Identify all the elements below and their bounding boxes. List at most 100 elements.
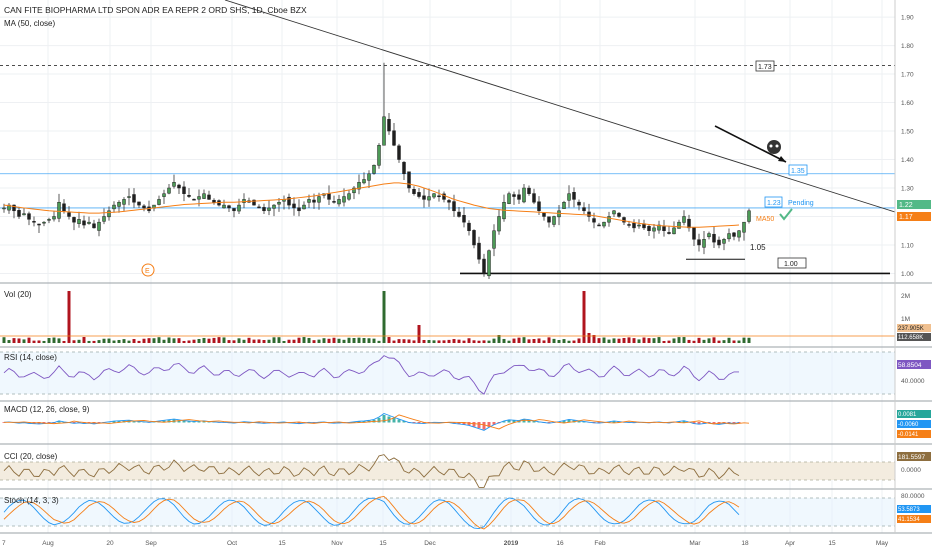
volume-bar xyxy=(117,339,121,343)
volume-bar xyxy=(42,340,46,343)
volume-bar xyxy=(747,337,751,343)
volume-bar xyxy=(577,338,581,343)
volume-bar xyxy=(447,339,451,343)
candle-body xyxy=(337,199,341,205)
candle-body xyxy=(47,219,51,221)
candle-body xyxy=(597,224,601,227)
macd-badge-2: -0.0060 xyxy=(898,422,919,428)
volume-bar xyxy=(582,291,586,343)
volume-bar xyxy=(142,338,146,343)
candle-body xyxy=(257,206,261,209)
candle-body xyxy=(132,194,136,203)
volume-bar xyxy=(227,340,231,343)
candle-body xyxy=(347,193,351,200)
volume-bar xyxy=(712,337,716,343)
volume-bar xyxy=(57,338,61,343)
time-tick-label: Sep xyxy=(145,540,157,547)
candle-body xyxy=(612,210,616,215)
candle-body xyxy=(162,193,166,197)
rsi-tick-40: 40.0000 xyxy=(901,378,925,385)
volume-bar xyxy=(342,339,346,343)
candle-body xyxy=(487,250,491,277)
volume-bar xyxy=(672,338,676,343)
candle-body xyxy=(717,239,721,246)
macd-histogram-bar xyxy=(482,422,486,430)
volume-bar xyxy=(132,339,136,343)
volume-bar xyxy=(17,338,21,343)
volume-bar xyxy=(317,339,321,343)
volume-bar xyxy=(67,291,71,343)
vol-badge-1: 237.905K xyxy=(898,326,924,332)
candle-body xyxy=(407,171,411,189)
volume-bar xyxy=(472,340,476,343)
volume-bar xyxy=(722,340,726,343)
candle-body xyxy=(332,201,336,203)
volume-bar xyxy=(347,337,351,343)
cci-label: CCI (20, close) xyxy=(4,452,58,461)
volume-bar xyxy=(302,337,306,343)
volume-bar xyxy=(282,340,286,343)
volume-bar xyxy=(212,337,216,343)
price-tick-label: 1.70 xyxy=(901,72,914,79)
volume-bar xyxy=(547,337,551,343)
candle-body xyxy=(302,204,306,210)
time-tick-label: 16 xyxy=(556,540,564,547)
candle-body xyxy=(497,216,501,232)
volume-bar xyxy=(667,340,671,343)
volume-bar xyxy=(437,340,441,343)
candle-body xyxy=(382,116,386,146)
candle-body xyxy=(567,193,571,201)
volume-bar xyxy=(632,338,636,343)
volume-bar xyxy=(417,325,421,343)
earnings-label: E xyxy=(145,268,150,275)
volume-bar xyxy=(597,338,601,343)
candle-body xyxy=(212,199,216,203)
stock-chart[interactable]: 1.901.801.701.601.501.401.301.201.101.00… xyxy=(0,0,932,550)
candle-body xyxy=(417,192,421,197)
candle-body xyxy=(312,199,316,203)
price-tick-label: 1.90 xyxy=(901,15,914,22)
candle-body xyxy=(122,199,126,205)
volume-bar xyxy=(197,338,201,343)
price-tick-label: 1.60 xyxy=(901,100,914,107)
price-tick-label: 1.80 xyxy=(901,43,914,50)
volume-bar xyxy=(612,338,616,343)
candle-body xyxy=(117,201,121,207)
candle-body xyxy=(102,216,106,222)
stoch-tick-80: 80.0000 xyxy=(901,493,925,500)
candle-body xyxy=(172,182,176,187)
candle-body xyxy=(2,207,6,210)
time-tick-label: Apr xyxy=(785,540,796,547)
volume-bar xyxy=(32,340,36,343)
volume-bar xyxy=(487,340,491,343)
macd-histogram-bar xyxy=(507,420,511,423)
volume-bar xyxy=(457,339,461,343)
ma-badge: 1.17 xyxy=(899,214,913,221)
candle-body xyxy=(457,211,461,217)
macd-label: MACD (12, 26, close, 9) xyxy=(4,405,90,414)
volume-bar xyxy=(452,339,456,343)
volume-bar xyxy=(287,339,291,343)
volume-bar xyxy=(87,340,91,343)
ma-label: MA (50, close) xyxy=(4,19,55,28)
candle-body xyxy=(742,221,746,233)
volume-bar xyxy=(332,337,336,343)
candle-body xyxy=(727,233,731,240)
candle-body xyxy=(547,216,551,223)
volume-bar xyxy=(397,339,401,343)
volume-bar xyxy=(602,337,606,343)
volume-bar xyxy=(297,337,301,343)
candle-body xyxy=(507,193,511,204)
candle-body xyxy=(157,199,161,205)
volume-bar xyxy=(102,338,106,343)
candle-body xyxy=(342,196,346,203)
candle-body xyxy=(532,193,536,203)
candle-body xyxy=(602,221,606,227)
candle-body xyxy=(437,195,441,198)
volume-bar xyxy=(507,340,511,343)
price-badge: 1.22 xyxy=(899,202,913,209)
candle-body xyxy=(747,210,751,222)
candle-body xyxy=(592,218,596,223)
candle-body xyxy=(297,207,301,212)
macd-badge-3: -0.0141 xyxy=(898,432,919,438)
